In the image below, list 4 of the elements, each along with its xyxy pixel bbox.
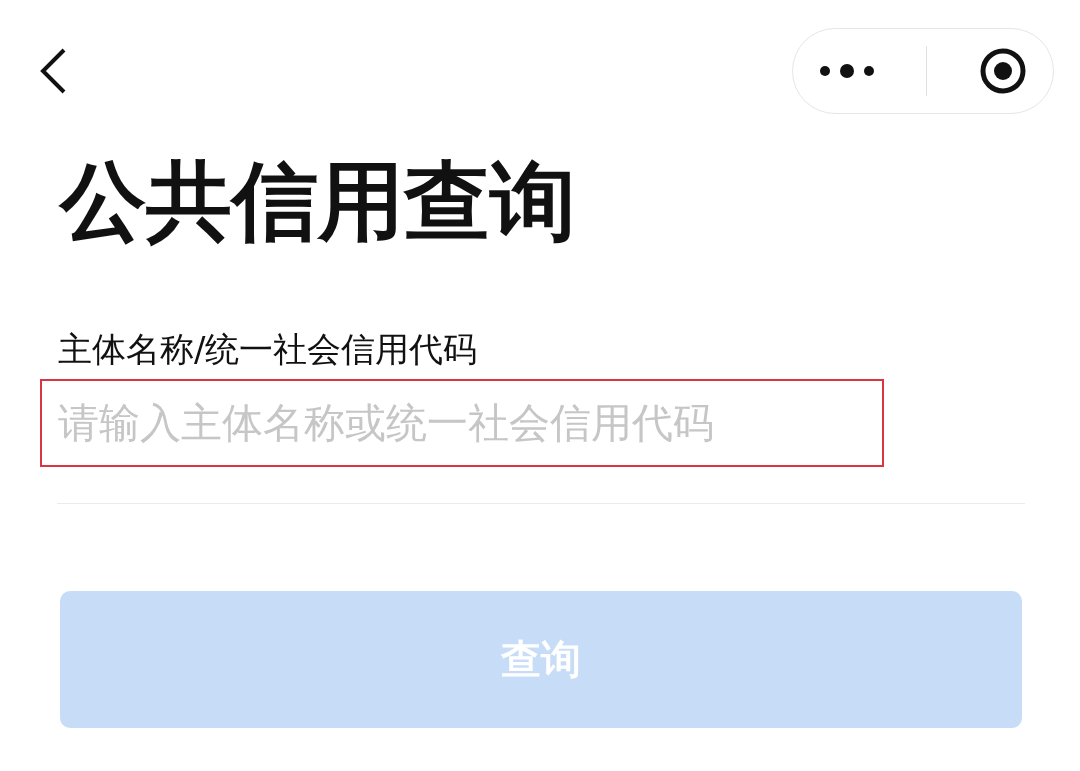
field-label: 主体名称/统一社会信用代码	[58, 327, 479, 371]
input-field[interactable]: 请输入主体名称或统一社会信用代码	[40, 378, 884, 467]
more-icon[interactable]	[818, 64, 875, 78]
page-title: 公共信用查询	[60, 154, 577, 249]
